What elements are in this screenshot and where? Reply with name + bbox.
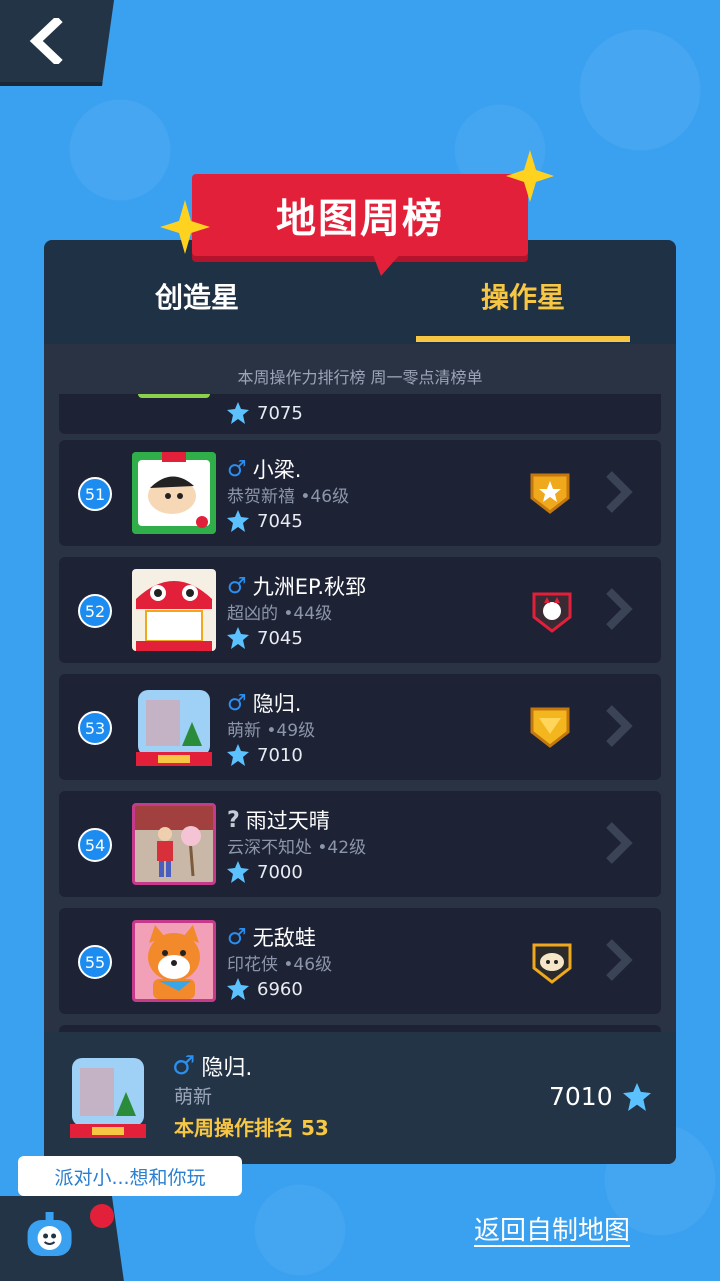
gem-icon (227, 402, 249, 424)
red-cat-badge-icon (532, 592, 572, 633)
table-row[interactable]: 52 ♂ 九洲EP.秋郅 超凶的 •44级 7045 (59, 557, 661, 663)
chat-invite-bubble[interactable]: 派对小...想和你玩 (18, 1156, 242, 1196)
avatar (132, 686, 216, 768)
sheep-badge-icon (532, 943, 572, 984)
score: 7045 (227, 627, 303, 649)
my-rank-bar: ♂ 隐归. 萌新 本周操作排名 53 7010 (44, 1032, 676, 1164)
leaderboard-panel: 创造星 操作星 本周操作力排行榜 周一零点清榜单 7075 51 ♂ 小梁. 恭… (44, 240, 676, 1164)
avatar (132, 452, 216, 534)
gem-icon (227, 978, 249, 1000)
tab-operate-star[interactable]: 操作星 (416, 276, 630, 316)
gem-icon (622, 1082, 651, 1111)
active-tab-indicator (416, 336, 630, 342)
table-row[interactable]: 53 ♂ 隐归. 萌新 •49级 7010 (59, 674, 661, 780)
avatar (132, 803, 216, 885)
my-rank-text: 本周操作排名 53 (174, 1116, 329, 1140)
gem-icon (227, 861, 249, 883)
chevron-right-icon[interactable] (603, 704, 633, 748)
gold-badge-icon (530, 707, 570, 748)
chevron-right-icon[interactable] (603, 470, 633, 514)
avatar (132, 569, 216, 651)
player-title-level: 恭贺新禧 •46级 (227, 487, 350, 507)
page-title: 地图周榜 (276, 196, 444, 242)
male-icon: ♂ (172, 1051, 196, 1081)
my-score: 7010 (549, 1082, 651, 1111)
player-name: ♂ 隐归. (227, 690, 302, 717)
rank-number: 52 (78, 594, 112, 628)
male-icon: ♂ (227, 456, 247, 482)
gem-icon (227, 627, 249, 649)
chevron-left-icon (29, 18, 63, 64)
rank-number: 55 (78, 945, 112, 979)
rank-number: 54 (78, 828, 112, 862)
player-title-level: 云深不知处 •42级 (227, 838, 367, 858)
table-row[interactable]: 51 ♂ 小梁. 恭贺新禧 •46级 7045 (59, 440, 661, 546)
player-name: ♂ 无敌蛙 (227, 924, 316, 951)
table-row[interactable]: 54 ? 雨过天晴 云深不知处 •42级 7000 (59, 791, 661, 897)
star-icon (160, 200, 210, 254)
notification-dot (90, 1204, 114, 1228)
tab-create-star[interactable]: 创造星 (44, 276, 350, 316)
player-name: ? 雨过天晴 (227, 807, 330, 834)
player-title-level: 印花侠 •46级 (227, 955, 333, 975)
chevron-right-icon[interactable] (603, 587, 633, 631)
score: 6960 (227, 978, 303, 1000)
my-name: ♂ 隐归. (172, 1051, 253, 1081)
return-custom-map-link[interactable]: 返回自制地图 (474, 1210, 630, 1247)
avatar (66, 1054, 150, 1140)
male-icon: ♂ (227, 690, 247, 716)
title-banner: 地图周榜 (192, 174, 528, 276)
rank-number: 51 (78, 477, 112, 511)
gem-icon (227, 510, 249, 532)
my-title: 萌新 (174, 1086, 213, 1108)
rank-number: 53 (78, 711, 112, 745)
gem-icon (227, 744, 249, 766)
score: 7045 (227, 510, 303, 532)
robot-icon (27, 1212, 72, 1256)
list-item-partial[interactable] (59, 1025, 661, 1032)
player-title-level: 超凶的 •44级 (227, 604, 333, 624)
score: 7075 (227, 402, 303, 424)
table-row[interactable]: 55 ♂ 无敌蛙 印花侠 •46级 6960 (59, 908, 661, 1014)
score: 7000 (227, 861, 303, 883)
player-name: ♂ 小梁. (227, 456, 302, 483)
gold-star-badge-icon (530, 473, 570, 514)
player-title-level: 萌新 •49级 (227, 721, 316, 741)
chevron-right-icon[interactable] (603, 938, 633, 982)
back-button[interactable] (0, 0, 115, 86)
player-name: ♂ 九洲EP.秋郅 (227, 573, 367, 600)
list-note: 本周操作力排行榜 周一零点清榜单 (237, 368, 483, 387)
male-icon: ♂ (227, 924, 247, 950)
ranking-list[interactable]: 本周操作力排行榜 周一零点清榜单 7075 51 ♂ 小梁. 恭贺新禧 •46级… (44, 344, 676, 1032)
star-icon (506, 150, 554, 202)
avatar (132, 920, 216, 1002)
unknown-gender-icon: ? (227, 807, 240, 833)
chevron-right-icon[interactable] (603, 821, 633, 865)
male-icon: ♂ (227, 573, 247, 599)
score: 7010 (227, 744, 303, 766)
